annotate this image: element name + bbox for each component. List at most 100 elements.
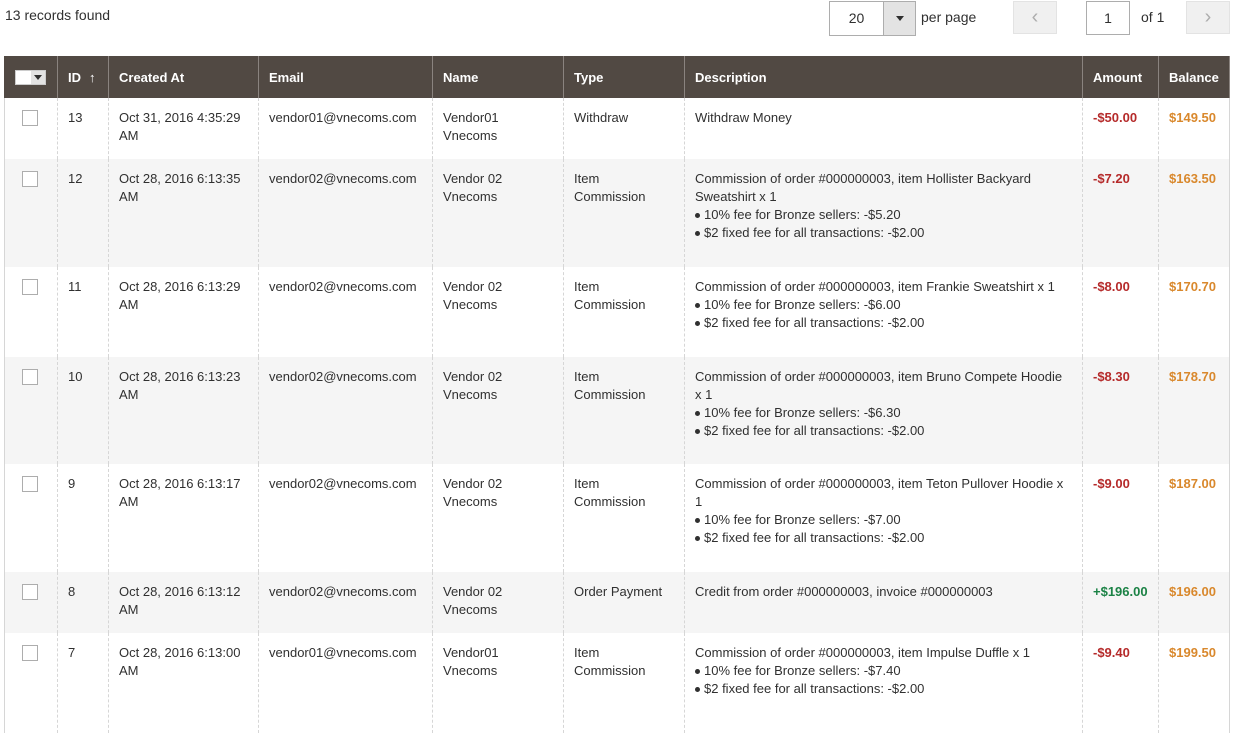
column-header-name[interactable]: Name <box>432 56 564 98</box>
name-first: Vendor 02 <box>443 171 503 186</box>
created-at-cell: Oct 28, 2016 6:13:00 AM <box>108 633 259 733</box>
description-text: Withdraw Money <box>695 110 792 125</box>
amount-value: -$9.40 <box>1093 645 1130 660</box>
type-cell: Withdraw <box>563 98 685 159</box>
column-header-created-at[interactable]: Created At <box>108 56 259 98</box>
table-row[interactable]: 10 Oct 28, 2016 6:13:23 AM vendor02@vnecoms… <box>4 357 1230 464</box>
row-checkbox[interactable] <box>22 110 38 126</box>
row-checkbox[interactable] <box>22 369 38 385</box>
table-row[interactable]: 11 Oct 28, 2016 6:13:29 AM vendor02@vnecoms… <box>4 267 1230 357</box>
name-last: Vnecoms <box>443 297 498 312</box>
row-checkbox[interactable] <box>22 171 38 187</box>
amount-value: -$7.20 <box>1093 171 1130 186</box>
fee-item: 10% fee for Bronze sellers: -$6.00 <box>695 296 1072 314</box>
grid-body: 13 Oct 31, 2016 4:35:29 AM vendor01@vnecoms… <box>4 98 1230 733</box>
name-first: Vendor01 <box>443 110 499 125</box>
created-at-meridiem: AM <box>119 663 139 678</box>
name-last: Vnecoms <box>443 128 498 143</box>
created-at-cell: Oct 31, 2016 4:35:29 AM <box>108 98 259 159</box>
created-at-cell: Oct 28, 2016 6:13:23 AM <box>108 357 259 464</box>
table-row[interactable]: 9 Oct 28, 2016 6:13:17 AM vendor02@vnecoms.… <box>4 464 1230 572</box>
type-cell: Order Payment <box>563 572 685 633</box>
balance-cell: $196.00 <box>1158 572 1230 633</box>
created-at-meridiem: AM <box>119 494 139 509</box>
name-cell: Vendor 02 Vnecoms <box>432 464 564 572</box>
row-select-cell <box>4 633 58 733</box>
balance-cell: $187.00 <box>1158 464 1230 572</box>
email-cell: vendor02@vnecoms.com <box>258 267 433 357</box>
per-page-dropdown-toggle[interactable] <box>883 2 915 35</box>
column-header-description[interactable]: Description <box>684 56 1083 98</box>
type-cell: Item Commission <box>563 267 685 357</box>
row-select-cell <box>4 98 58 159</box>
description-cell: Commission of order #000000003, item Bru… <box>684 357 1083 464</box>
transactions-grid: ID ↑ Created At Email Name Type Descripti… <box>4 56 1230 733</box>
row-checkbox[interactable] <box>22 584 38 600</box>
table-row[interactable]: 7 Oct 28, 2016 6:13:00 AM vendor01@vnecoms.… <box>4 633 1230 733</box>
amount-cell: +$196.00 <box>1082 572 1159 633</box>
type-cell: Item Commission <box>563 633 685 733</box>
balance-value: $196.00 <box>1169 584 1216 599</box>
column-header-balance[interactable]: Balance <box>1158 56 1230 98</box>
mass-select-toggle[interactable] <box>31 71 45 85</box>
name-last: Vnecoms <box>443 387 498 402</box>
fee-item: 10% fee for Bronze sellers: -$7.40 <box>695 662 1072 680</box>
table-row[interactable]: 12 Oct 28, 2016 6:13:35 AM vendor02@vnecoms… <box>4 159 1230 267</box>
column-header-type[interactable]: Type <box>563 56 685 98</box>
previous-page-button[interactable]: ‹ <box>1013 1 1057 34</box>
balance-cell: $199.50 <box>1158 633 1230 733</box>
row-checkbox[interactable] <box>22 279 38 295</box>
balance-value: $187.00 <box>1169 476 1216 491</box>
description-text: Commission of order #000000003, item Bru… <box>695 369 1063 402</box>
description-text: Commission of order #000000003, item Fra… <box>695 279 1055 294</box>
amount-value: -$50.00 <box>1093 110 1138 125</box>
created-at-cell: Oct 28, 2016 6:13:17 AM <box>108 464 259 572</box>
fee-item: $2 fixed fee for all transactions: -$2.0… <box>695 680 1072 698</box>
table-row[interactable]: 8 Oct 28, 2016 6:13:12 AM vendor02@vnecoms.… <box>4 572 1230 633</box>
email-cell: vendor01@vnecoms.com <box>258 98 433 159</box>
name-first: Vendor 02 <box>443 584 503 599</box>
name-cell: Vendor 02 Vnecoms <box>432 357 564 464</box>
mass-select-header <box>4 56 58 98</box>
mass-select-dropdown[interactable] <box>15 70 46 86</box>
created-at-meridiem: AM <box>119 387 139 402</box>
row-checkbox[interactable] <box>22 476 38 492</box>
balance-cell: $178.70 <box>1158 357 1230 464</box>
email-cell: vendor02@vnecoms.com <box>258 572 433 633</box>
created-at-date: Oct 28, 2016 6:13:12 <box>119 584 241 599</box>
fee-list: 10% fee for Bronze sellers: -$7.40 $2 fix… <box>695 662 1072 698</box>
name-cell: Vendor01 Vnecoms <box>432 633 564 733</box>
fee-item: 10% fee for Bronze sellers: -$7.00 <box>695 511 1072 529</box>
name-cell: Vendor 02 Vnecoms <box>432 267 564 357</box>
id-cell: 13 <box>57 98 109 159</box>
balance-value: $178.70 <box>1169 369 1216 384</box>
row-checkbox[interactable] <box>22 645 38 661</box>
name-last: Vnecoms <box>443 663 498 678</box>
column-header-id[interactable]: ID ↑ <box>57 56 109 98</box>
created-at-meridiem: AM <box>119 189 139 204</box>
created-at-date: Oct 28, 2016 6:13:00 <box>119 645 241 660</box>
table-row[interactable]: 13 Oct 31, 2016 4:35:29 AM vendor01@vnecoms… <box>4 98 1230 159</box>
page-total: of 1 <box>1141 9 1165 25</box>
type-cell: Item Commission <box>563 159 685 267</box>
balance-cell: $149.50 <box>1158 98 1230 159</box>
id-cell: 11 <box>57 267 109 357</box>
row-select-cell <box>4 464 58 572</box>
description-cell: Commission of order #000000003, item Hol… <box>684 159 1083 267</box>
created-at-date: Oct 28, 2016 6:13:23 <box>119 369 241 384</box>
type-line-2: Commission <box>574 494 646 509</box>
fee-item: $2 fixed fee for all transactions: -$2.0… <box>695 422 1072 440</box>
created-at-meridiem: AM <box>119 128 139 143</box>
current-page-input[interactable]: 1 <box>1086 1 1130 35</box>
column-header-email[interactable]: Email <box>258 56 433 98</box>
mass-select-checkbox[interactable] <box>16 71 31 85</box>
balance-value: $149.50 <box>1169 110 1216 125</box>
amount-value: +$196.00 <box>1093 584 1148 599</box>
name-last: Vnecoms <box>443 189 498 204</box>
column-header-amount[interactable]: Amount <box>1082 56 1159 98</box>
fee-list: 10% fee for Bronze sellers: -$6.00 $2 fix… <box>695 296 1072 332</box>
id-cell: 10 <box>57 357 109 464</box>
next-page-button[interactable]: › <box>1186 1 1230 34</box>
description-text: Commission of order #000000003, item Hol… <box>695 171 1031 204</box>
per-page-select[interactable]: 20 <box>829 1 916 36</box>
